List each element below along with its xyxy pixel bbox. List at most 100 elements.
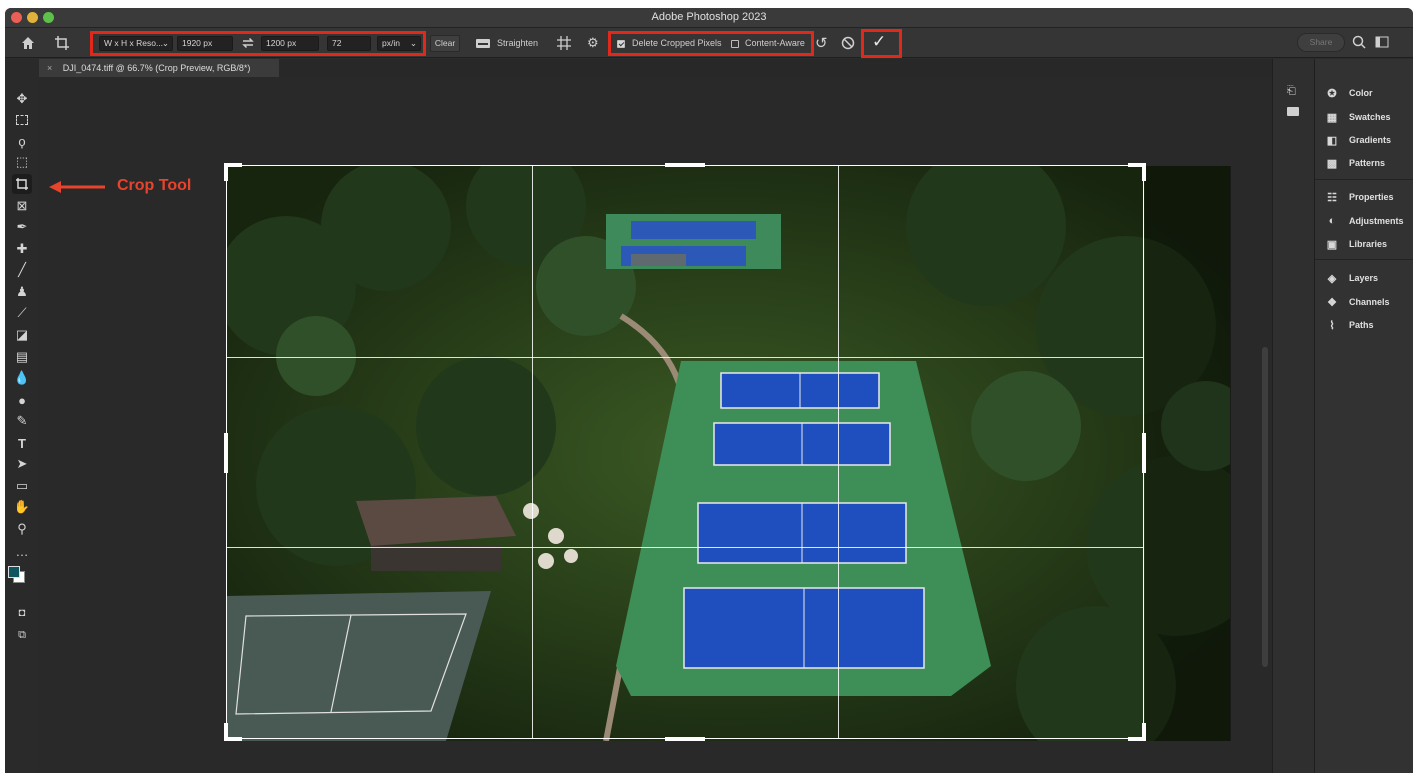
layers-icon: ◈: [1327, 272, 1337, 285]
panel-channels-label: Channels: [1349, 297, 1390, 307]
channels-icon: ❖: [1327, 296, 1337, 309]
crop-handle-top-left[interactable]: [224, 163, 242, 181]
document-tab[interactable]: × DJI_0474.tiff @ 66.7% (Crop Preview, R…: [39, 59, 279, 77]
screen-mode-icon[interactable]: ⧉: [12, 625, 32, 645]
comments-panel-icon[interactable]: [1287, 107, 1299, 116]
history-panel-icon[interactable]: ⎗: [1287, 85, 1296, 98]
crop-handle-bottom-right[interactable]: [1128, 723, 1146, 741]
highlight-box-dimensions: [90, 31, 426, 56]
panel-swatches-label: Swatches: [1349, 112, 1391, 122]
panel-color[interactable]: ✪ Color: [1325, 85, 1373, 101]
clear-button[interactable]: Clear: [430, 35, 460, 52]
color-icon: ✪: [1327, 87, 1337, 100]
crop-box[interactable]: [224, 163, 1146, 741]
workspace-icon[interactable]: [1375, 36, 1389, 48]
straighten-label[interactable]: Straighten: [497, 38, 538, 48]
history-brush-tool-icon[interactable]: ⟋: [12, 303, 32, 323]
brush-tool-icon[interactable]: ╱: [12, 260, 32, 280]
foreground-color-swatch[interactable]: [8, 566, 20, 578]
title-bar: Adobe Photoshop 2023: [5, 8, 1413, 28]
zoom-tool-icon[interactable]: ⚲: [12, 519, 32, 539]
photoshop-window: Adobe Photoshop 2023 W x H x Reso... ⌄ 1…: [5, 8, 1413, 773]
panel-properties[interactable]: ☷ Properties: [1325, 189, 1394, 205]
crop-handle-top[interactable]: [665, 163, 705, 167]
panel-paths[interactable]: ⌇ Paths: [1325, 317, 1374, 333]
options-bar: W x H x Reso... ⌄ 1920 px 1200 px 72 px/…: [5, 28, 1413, 58]
crop-grid-vertical-2: [837, 166, 839, 738]
object-select-tool-icon[interactable]: ⬚: [12, 152, 32, 172]
app-title: Adobe Photoshop 2023: [651, 11, 767, 23]
dodge-tool-icon[interactable]: ●: [12, 390, 32, 410]
gradient-tool-icon[interactable]: ▤: [12, 347, 32, 367]
crop-tool-icon[interactable]: [12, 174, 32, 194]
panel-paths-label: Paths: [1349, 320, 1374, 330]
panel-patterns[interactable]: ▩ Patterns: [1325, 155, 1385, 171]
swatches-icon: ▦: [1326, 111, 1338, 124]
crop-handle-top-right[interactable]: [1128, 163, 1146, 181]
panel-adjustments[interactable]: ◐ Adjustments: [1325, 213, 1404, 229]
crop-handle-right[interactable]: [1142, 433, 1146, 473]
eyedropper-tool-icon[interactable]: ✒: [12, 217, 32, 237]
healing-tool-icon[interactable]: ✚: [12, 239, 32, 259]
search-icon[interactable]: [1352, 35, 1366, 49]
panel-gradients[interactable]: ◧ Gradients: [1325, 132, 1391, 148]
gradients-icon: ◧: [1326, 134, 1338, 147]
cancel-icon[interactable]: [841, 36, 855, 50]
reset-icon[interactable]: ↺: [815, 34, 828, 52]
close-tab-icon[interactable]: ×: [47, 63, 52, 73]
panel-patterns-label: Patterns: [1349, 158, 1386, 168]
hand-tool-icon[interactable]: ✋: [12, 497, 32, 517]
crop-handle-bottom[interactable]: [665, 737, 705, 741]
crop-grid-vertical-1: [532, 166, 534, 738]
patterns-icon: ▩: [1326, 157, 1338, 170]
stamp-tool-icon[interactable]: ♟: [12, 282, 32, 302]
properties-icon: ☷: [1327, 191, 1337, 204]
straighten-icon[interactable]: [475, 37, 491, 49]
crop-handle-left[interactable]: [224, 433, 228, 473]
collapsed-panel-strip: ⎗: [1272, 59, 1314, 773]
tools-panel: ✥ ϙ ⬚ ⊠ ✒ ✚ ╱ ♟ ⟋ ◪ ▤ 💧 ● ✎ T ➤ ▭ ✋ ⚲ … …: [5, 59, 39, 773]
panel-layers-label: Layers: [1349, 273, 1379, 283]
panels-dock: ✪ Color ▦ Swatches ◧ Gradients ▩ Patterns ☷ P…: [1314, 59, 1413, 773]
adjustments-icon: ◐: [1328, 215, 1336, 227]
share-button[interactable]: Share: [1297, 33, 1345, 52]
overlay-grid-icon[interactable]: [556, 35, 572, 51]
libraries-icon: ▣: [1326, 238, 1338, 251]
panel-swatches[interactable]: ▦ Swatches: [1325, 109, 1391, 125]
crop-outside-area: [1145, 166, 1231, 741]
crop-grid-horizontal-1: [227, 356, 1143, 358]
highlight-box-commit: [861, 29, 902, 58]
panel-separator: [1315, 259, 1413, 260]
panel-gradients-label: Gradients: [1349, 135, 1392, 145]
move-tool-icon[interactable]: ✥: [12, 89, 32, 109]
panel-libraries[interactable]: ▣ Libraries: [1325, 236, 1387, 252]
crop-handle-bottom-left[interactable]: [224, 723, 242, 741]
path-select-tool-icon[interactable]: ➤: [12, 454, 32, 474]
panel-channels[interactable]: ❖ Channels: [1325, 294, 1390, 310]
panel-separator: [1315, 179, 1413, 180]
canvas-area[interactable]: [39, 77, 1272, 773]
quick-mask-icon[interactable]: ◘: [12, 603, 32, 623]
frame-tool-icon[interactable]: ⊠: [12, 196, 32, 216]
crop-preset-icon[interactable]: [53, 34, 71, 52]
eraser-tool-icon[interactable]: ◪: [12, 325, 32, 345]
gear-icon[interactable]: ⚙: [587, 35, 599, 51]
panel-layers[interactable]: ◈ Layers: [1325, 270, 1378, 286]
vertical-scrollbar[interactable]: [1262, 347, 1268, 667]
panel-libraries-label: Libraries: [1349, 239, 1388, 249]
crop-grid-horizontal-2: [227, 547, 1143, 549]
blur-tool-icon[interactable]: 💧: [12, 368, 32, 388]
lasso-tool-icon[interactable]: ϙ: [12, 131, 32, 151]
annotation-arrow-icon: [49, 181, 105, 193]
document-tab-label: DJI_0474.tiff @ 66.7% (Crop Preview, RGB…: [62, 63, 251, 73]
highlight-box-crop-options: [608, 31, 814, 56]
type-tool-icon[interactable]: T: [12, 433, 32, 453]
rectangle-tool-icon[interactable]: ▭: [12, 476, 32, 496]
panel-properties-label: Properties: [1349, 192, 1394, 202]
marquee-tool-icon[interactable]: [12, 110, 32, 130]
pen-tool-icon[interactable]: ✎: [12, 411, 32, 431]
more-tools-icon[interactable]: …: [12, 541, 32, 561]
home-icon[interactable]: [19, 34, 37, 52]
panel-color-label: Color: [1349, 88, 1373, 98]
panel-adjustments-label: Adjustments: [1349, 216, 1404, 226]
